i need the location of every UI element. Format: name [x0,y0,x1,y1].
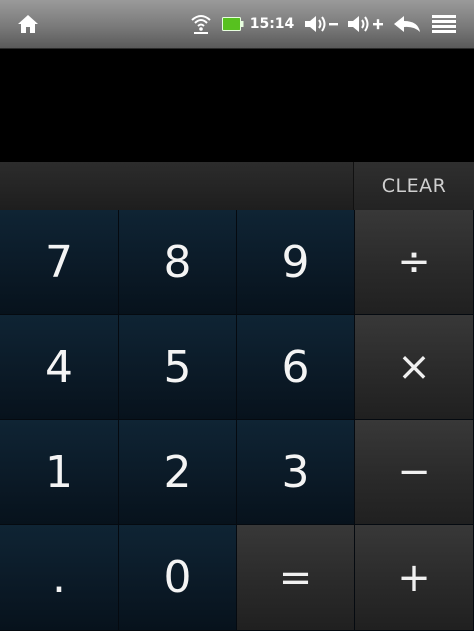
volume-down-icon[interactable] [302,0,342,48]
calculator-display [0,49,474,162]
battery-icon [222,0,244,48]
divide-button[interactable]: ÷ [355,210,474,315]
volume-up-icon[interactable] [345,0,387,48]
key-9[interactable]: 9 [237,210,355,315]
key-3[interactable]: 3 [237,420,355,525]
status-clock: 15:14 [249,16,295,32]
key-2[interactable]: 2 [119,420,237,525]
key-5[interactable]: 5 [119,315,237,420]
decimal-point-button[interactable]: . [0,525,119,631]
back-icon[interactable] [389,0,425,48]
home-icon[interactable] [14,0,42,48]
menu-icon[interactable] [428,0,460,48]
clear-row-spacer [0,162,354,210]
equals-button[interactable]: = [237,525,355,631]
key-7[interactable]: 7 [0,210,119,315]
key-4[interactable]: 4 [0,315,119,420]
key-8[interactable]: 8 [119,210,237,315]
keypad: 7 8 9 ÷ 4 5 6 × 1 2 3 − . 0 = + [0,210,474,631]
clear-button[interactable]: CLEAR [354,162,474,210]
multiply-button[interactable]: × [355,315,474,420]
key-0[interactable]: 0 [119,525,237,631]
status-bar: 15:14 [0,0,474,49]
add-button[interactable]: + [355,525,474,631]
key-6[interactable]: 6 [237,315,355,420]
key-1[interactable]: 1 [0,420,119,525]
wifi-icon [189,0,213,48]
subtract-button[interactable]: − [355,420,474,525]
clear-row: CLEAR [0,162,474,210]
